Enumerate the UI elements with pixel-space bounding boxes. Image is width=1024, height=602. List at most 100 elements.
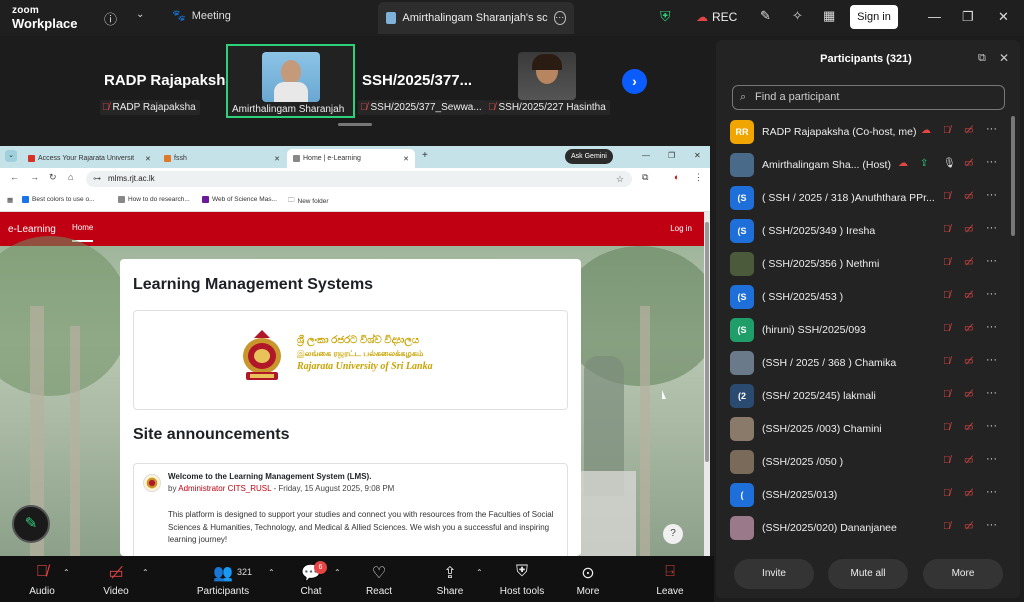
close-tab-icon[interactable]: ✕ bbox=[403, 155, 409, 163]
mic-icon[interactable]: 🎙 bbox=[943, 158, 956, 169]
magic-wand-icon[interactable]: ✎ bbox=[760, 8, 771, 24]
host-tools-button[interactable]: ⛨ Host tools bbox=[492, 556, 552, 602]
login-link[interactable]: Log in bbox=[670, 224, 692, 233]
chevron-down-icon[interactable]: ⌄ bbox=[136, 9, 144, 20]
video-off-icon[interactable]: ▭̸ bbox=[964, 422, 973, 433]
extensions-icon[interactable]: ⧉ bbox=[642, 172, 648, 183]
site-info-icon[interactable]: ⊶ bbox=[93, 171, 101, 187]
close-icon[interactable]: ✕ bbox=[694, 151, 701, 160]
participant-row[interactable]: (SSH/2025/020) Dananjanee 🎙̸ ▭̸ ··· bbox=[716, 512, 1016, 545]
close-tab-icon[interactable]: ✕ bbox=[145, 155, 151, 163]
audio-options-caret[interactable]: ⌃ bbox=[63, 568, 70, 577]
record-button[interactable]: ☁ REC bbox=[696, 10, 737, 24]
info-icon[interactable]: ⓘ bbox=[104, 9, 117, 28]
participant-row[interactable]: (SSH/2025 /003) Chamini 🎙̸ ▭̸ ··· bbox=[716, 413, 1016, 446]
participant-more-icon[interactable]: ··· bbox=[986, 123, 997, 135]
page-scrollbar[interactable] bbox=[704, 212, 710, 556]
participant-row[interactable]: (2 (SSH/ 2025/245) lakmali 🎙̸ ▭̸ ··· bbox=[716, 380, 1016, 413]
video-button[interactable]: ▭̸ Video bbox=[86, 556, 146, 602]
apps-grid-icon[interactable]: ▦ bbox=[823, 8, 835, 24]
panel-more-button[interactable]: More bbox=[923, 559, 1003, 589]
browser-tab-2[interactable]: fssh ✕ bbox=[158, 149, 286, 168]
share-options-caret[interactable]: ⌃ bbox=[476, 568, 483, 577]
react-button[interactable]: ♡ React bbox=[349, 556, 409, 602]
mic-muted-icon[interactable]: 🎙̸ bbox=[943, 323, 951, 334]
bookmark-3[interactable]: Web of Science Mas... bbox=[202, 196, 277, 203]
shield-check-icon[interactable]: ⛨ bbox=[660, 8, 671, 25]
more-button[interactable]: ⊙ More bbox=[558, 556, 618, 602]
participant-more-icon[interactable]: ··· bbox=[986, 354, 997, 366]
url-input[interactable]: ⊶ mlms.rjt.ac.lk ☆ bbox=[86, 171, 632, 187]
mic-muted-icon[interactable]: 🎙̸ bbox=[943, 455, 951, 466]
participant-more-icon[interactable]: ··· bbox=[986, 255, 997, 267]
annotate-button[interactable]: ✎ bbox=[12, 505, 50, 543]
bookmark-folder[interactable]: 🗀 New folder bbox=[288, 196, 329, 207]
participant-more-icon[interactable]: ··· bbox=[986, 156, 997, 168]
participant-search-input[interactable]: ⌕ Find a participant bbox=[732, 85, 1005, 110]
new-tab-icon[interactable]: + bbox=[422, 150, 428, 161]
participant-more-icon[interactable]: ··· bbox=[986, 453, 997, 465]
video-off-icon[interactable]: ▭̸ bbox=[964, 257, 973, 268]
mic-muted-icon[interactable]: 🎙̸ bbox=[943, 521, 951, 532]
participant-row[interactable]: ((SSH/2025/013) 🎙̸ ▭̸ ··· bbox=[716, 479, 1016, 512]
active-speaker-tile[interactable]: Amirthalingam Sharanjah bbox=[226, 44, 355, 118]
participant-row[interactable]: ( SSH/2025/356 ) Nethmi 🎙̸ ▭̸ ··· bbox=[716, 248, 1016, 281]
kebab-menu-icon[interactable]: ⋮ bbox=[694, 172, 703, 183]
reload-icon[interactable]: ↻ bbox=[49, 172, 57, 183]
participant-row[interactable]: (S ( SSH/2025/349 ) Iresha 🎙̸ ▭̸ ··· bbox=[716, 215, 1016, 248]
participant-row[interactable]: Amirthalingam Sha... (Host) ☁ ⇪ 🎙 ▭̸ ··· bbox=[716, 149, 1016, 182]
video-off-icon[interactable]: ▭̸ bbox=[964, 158, 973, 169]
next-page-button[interactable]: › bbox=[622, 69, 647, 94]
browser-tab-1[interactable]: Access Your Rajarata Universit ✕ bbox=[22, 149, 157, 168]
video-off-icon[interactable]: ▭̸ bbox=[964, 521, 973, 532]
mic-muted-icon[interactable]: 🎙̸ bbox=[943, 125, 951, 136]
mic-muted-icon[interactable]: 🎙̸ bbox=[943, 257, 951, 268]
participant-row[interactable]: (SSH/2025 /050 ) 🎙̸ ▭̸ ··· bbox=[716, 446, 1016, 479]
participant-more-icon[interactable]: ··· bbox=[986, 387, 997, 399]
close-tab-icon[interactable]: ✕ bbox=[274, 155, 280, 163]
apps-grid-icon[interactable]: ▦ bbox=[7, 196, 13, 204]
participant-more-icon[interactable]: ··· bbox=[986, 519, 997, 531]
meeting-tab[interactable]: 🐾 Meeting bbox=[172, 9, 231, 23]
video-off-icon[interactable]: ▭̸ bbox=[964, 488, 973, 499]
video-off-icon[interactable]: ▭̸ bbox=[964, 125, 973, 136]
participants-options-caret[interactable]: ⌃ bbox=[268, 568, 275, 577]
participant-more-icon[interactable]: ··· bbox=[986, 288, 997, 300]
pop-out-icon[interactable]: ⧉ bbox=[978, 52, 986, 65]
participant-more-icon[interactable]: ··· bbox=[986, 222, 997, 234]
chat-options-caret[interactable]: ⌃ bbox=[334, 568, 341, 577]
participant-more-icon[interactable]: ··· bbox=[986, 420, 997, 432]
video-off-icon[interactable]: ▭̸ bbox=[964, 290, 973, 301]
participant-row[interactable]: (SSH / 2025 / 368 ) Chamika 🎙̸ ▭̸ ··· bbox=[716, 347, 1016, 380]
participants-button[interactable]: 👥 Participants bbox=[193, 556, 253, 602]
sign-in-button[interactable]: Sign in bbox=[850, 5, 898, 29]
help-button[interactable]: ? bbox=[663, 524, 683, 544]
video-off-icon[interactable]: ▭̸ bbox=[964, 389, 973, 400]
participant-more-icon[interactable]: ··· bbox=[986, 189, 997, 201]
video-off-icon[interactable]: ▭̸ bbox=[964, 224, 973, 235]
invite-button[interactable]: Invite bbox=[734, 559, 814, 589]
forward-icon[interactable]: → bbox=[30, 172, 39, 182]
home-icon[interactable]: ⌂ bbox=[68, 172, 73, 182]
mic-muted-icon[interactable]: 🎙̸ bbox=[943, 389, 951, 400]
close-icon[interactable]: ✕ bbox=[998, 9, 1009, 25]
video-options-caret[interactable]: ⌃ bbox=[142, 568, 149, 577]
profile-icon[interactable]: ◐ bbox=[674, 172, 679, 182]
chat-button[interactable]: 💬 Chat bbox=[281, 556, 341, 602]
resize-handle[interactable] bbox=[338, 123, 372, 126]
mute-all-button[interactable]: Mute all bbox=[828, 559, 908, 589]
mic-muted-icon[interactable]: 🎙̸ bbox=[943, 290, 951, 301]
restore-icon[interactable]: ❐ bbox=[668, 151, 675, 160]
share-button[interactable]: ⇪ Share bbox=[420, 556, 480, 602]
mic-muted-icon[interactable]: 🎙̸ bbox=[943, 356, 951, 367]
minimize-icon[interactable]: — bbox=[642, 151, 650, 160]
participant-row[interactable]: (S (hiruni) SSH/2025/093 🎙̸ ▭̸ ··· bbox=[716, 314, 1016, 347]
mic-muted-icon[interactable]: 🎙̸ bbox=[943, 224, 951, 235]
bookmark-star-icon[interactable]: ☆ bbox=[616, 171, 624, 187]
participant-list-scrollbar[interactable] bbox=[1011, 116, 1015, 552]
post-author-link[interactable]: Administrator CITS_RUSL bbox=[178, 484, 271, 493]
ask-gemini-button[interactable]: Ask Gemini bbox=[565, 149, 613, 164]
site-brand[interactable]: e-Learning bbox=[8, 224, 56, 235]
restore-icon[interactable]: ❐ bbox=[962, 9, 974, 25]
video-off-icon[interactable]: ▭̸ bbox=[964, 356, 973, 367]
